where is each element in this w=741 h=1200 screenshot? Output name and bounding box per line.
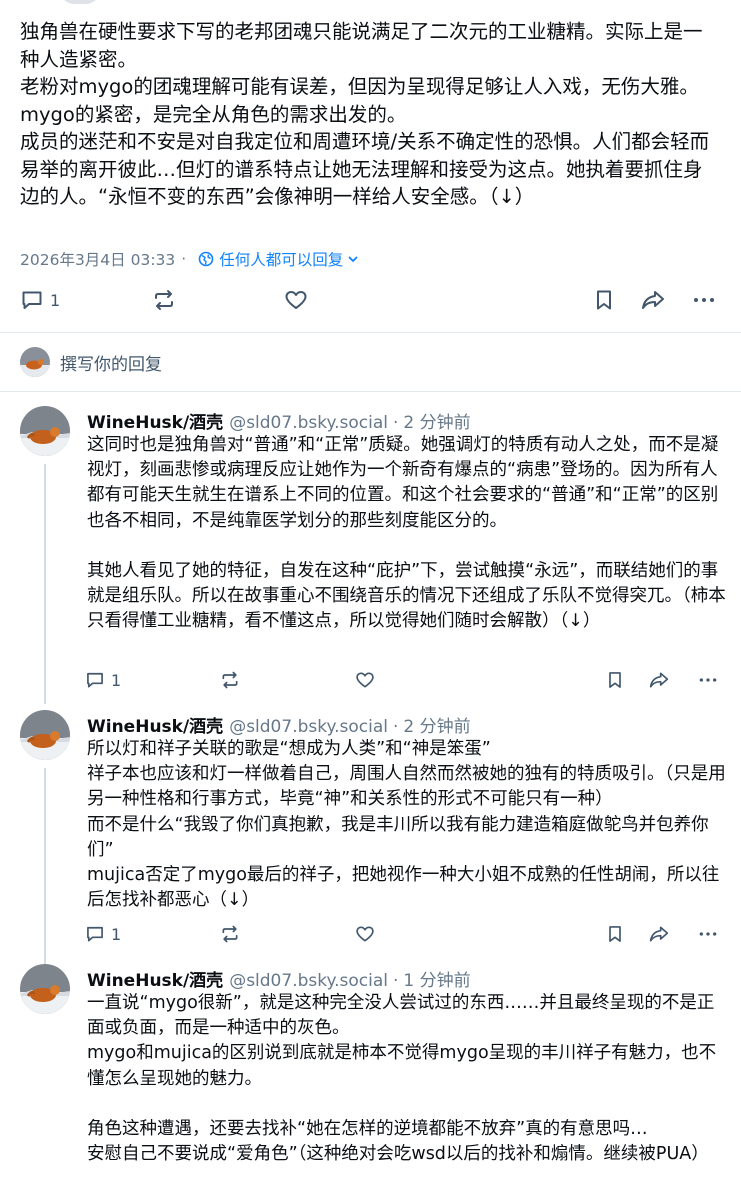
bookmark-icon: [609, 926, 621, 942]
reply-button[interactable]: 1: [85, 660, 121, 700]
reply-icon: [22, 291, 42, 309]
reply-paragraph: 安慰自己不要说成“爱角色”（这种绝对会吃wsd以后的找补和煽情。继续被PUA）: [87, 1144, 709, 1165]
heart-icon: [356, 926, 374, 942]
reply-action-bar: 1: [0, 660, 741, 700]
reply-post[interactable]: WineHusk/酒壳 @sld07.bsky.social · 2 分钟前 这同时也…: [0, 406, 741, 704]
repost-button[interactable]: [152, 280, 176, 320]
reply-paragraph: 角色这种遭遇，还要去找补“她在怎样的逆境都能不放弃”真的有意思吗…: [87, 1119, 648, 1139]
avatar[interactable]: [20, 406, 70, 456]
reply-button[interactable]: 1: [20, 280, 60, 320]
reply-permission-button[interactable]: 任何人都可以回复: [198, 248, 365, 270]
post-time: 2 分钟前: [403, 717, 471, 737]
reply-post[interactable]: WineHusk/酒壳 @sld07.bsky.social · 1 分钟前 一直说“…: [0, 964, 741, 1200]
author-handle[interactable]: @sld07.bsky.social: [229, 413, 388, 433]
post-paragraph: 老粉对mygo的团魂理解可能有误差，但因为呈现得足够让人入戏，无伤大雅。: [20, 75, 699, 98]
main-post: 独角兽在硬性要求下写的老邦团魂只能说满足了二次元的工业糖精。实际上是一种人造紧密…: [0, 0, 741, 320]
share-button[interactable]: [648, 914, 670, 954]
meta-separator: ·: [393, 971, 399, 991]
repost-icon: [222, 671, 238, 689]
reply-icon: [87, 926, 103, 942]
post-paragraph: mygo的紧密，是完全从角色的需求出发的。: [20, 102, 407, 126]
reply-count: 1: [50, 290, 61, 310]
avatar[interactable]: [20, 964, 70, 1014]
more-icon: [699, 932, 717, 936]
reply-paragraph: [87, 1092, 727, 1117]
post-paragraph: 成员的迷茫和不安是对自我定位和周遭环境/关系不确定性的恐惧。人们都会轻而易举的离…: [20, 130, 710, 208]
heart-icon: [356, 672, 374, 688]
compose-placeholder: 撰写你的回复: [60, 355, 162, 375]
heart-icon: [285, 291, 307, 309]
reply-count: 1: [111, 670, 122, 690]
post-paragraph: 独角兽在硬性要求下写的老邦团魂只能说满足了二次元的工业糖精。实际上是一种人造紧密…: [20, 20, 703, 71]
reply-count: 1: [111, 924, 122, 944]
like-button[interactable]: [355, 914, 375, 954]
meta-separator: ·: [181, 250, 187, 268]
repost-button[interactable]: [220, 914, 240, 954]
reply-text: 这同时也是独角兽对“普通”和“正常”质疑。她强调灯的特质有动人之处，而不是凝视灯…: [87, 433, 727, 635]
author-handle[interactable]: @sld07.bsky.social: [229, 971, 388, 991]
avatar-stub: [60, 0, 100, 4]
like-button[interactable]: [355, 660, 375, 700]
reply-paragraph: 一直说“mygo很新”，就是这种完全没人尝试过的东西……并且最终呈现的不是正面或…: [87, 993, 715, 1039]
divider: [0, 391, 741, 392]
more-icon: [699, 678, 717, 682]
more-button[interactable]: [698, 660, 718, 700]
reply-paragraph: 而不是什么“我毁了你们真抱歉，我是丰川所以我有能力建造箱庭做鸵鸟并包养你们”: [87, 814, 709, 860]
more-icon: [694, 298, 714, 302]
chevron-down-icon: [348, 256, 358, 262]
author-handle[interactable]: @sld07.bsky.social: [229, 717, 388, 737]
share-button[interactable]: [640, 280, 666, 320]
reply-paragraph: 这同时也是独角兽对“普通”和“正常”质疑。她强调灯的特质有动人之处，而不是凝视灯…: [87, 435, 719, 531]
reply-paragraph: 其她人看见了她的特征，自发在这种“庇护”下，尝试触摸“永远”，而联结她们的事就是…: [87, 561, 726, 632]
reply-paragraph: mygo和mujica的区别说到底就是柿本不觉得mygo呈现的丰川祥子有魅力，也…: [87, 1043, 717, 1089]
reply-icon: [87, 672, 103, 688]
author-name[interactable]: WineHusk/酒壳: [87, 717, 223, 737]
post-time: 2 分钟前: [403, 413, 471, 433]
share-icon: [649, 926, 669, 942]
reply-header: WineHusk/酒壳 @sld07.bsky.social · 2 分钟前: [87, 408, 471, 433]
avatar[interactable]: [20, 710, 70, 760]
reply-button[interactable]: 1: [85, 914, 121, 954]
avatar: [20, 347, 50, 377]
reply-permission-label: 任何人都可以回复: [219, 251, 344, 269]
more-button[interactable]: [692, 280, 716, 320]
more-button[interactable]: [698, 914, 718, 954]
globe-icon: [198, 251, 214, 267]
bookmark-button[interactable]: [592, 280, 616, 320]
reply-text: 所以灯和祥子关联的歌是“想成为人类”和“神是笨蛋” 祥子本也应该和灯一样做着自己…: [87, 737, 727, 913]
bookmark-icon: [597, 290, 611, 310]
reply-text: 一直说“mygo很新”，就是这种完全没人尝试过的东西……并且最终呈现的不是正面或…: [87, 991, 727, 1167]
post-date: 2026年3月4日 03:33: [20, 251, 176, 269]
bookmark-icon: [609, 672, 621, 688]
reply-paragraph: mujica否定了mygo最后的祥子，把她视作一种大小姐不成熟的任性胡闹，所以往…: [87, 865, 720, 911]
like-button[interactable]: [284, 280, 308, 320]
compose-reply[interactable]: 撰写你的回复: [0, 333, 741, 391]
repost-icon: [222, 925, 238, 943]
repost-button[interactable]: [220, 660, 240, 700]
meta-separator: ·: [393, 717, 399, 737]
reply-paragraph: 所以灯和祥子关联的歌是“想成为人类”和“神是笨蛋”: [87, 739, 491, 759]
reply-post[interactable]: WineHusk/酒壳 @sld07.bsky.social · 2 分钟前 所以灯和…: [0, 710, 741, 964]
author-name[interactable]: WineHusk/酒壳: [87, 971, 223, 991]
repost-icon: [155, 290, 173, 310]
bookmark-button[interactable]: [605, 914, 625, 954]
reply-paragraph: 祥子本也应该和灯一样做着自己，周围人自然而然被她的独有的特质吸引。（只是用另一种…: [87, 764, 726, 810]
bookmark-button[interactable]: [605, 660, 625, 700]
post-time: 1 分钟前: [403, 971, 471, 991]
author-name[interactable]: WineHusk/酒壳: [87, 413, 223, 433]
share-button[interactable]: [648, 660, 670, 700]
share-icon: [649, 672, 669, 688]
post-meta: 2026年3月4日 03:33 · 任何人都可以回复: [20, 248, 365, 270]
meta-separator: ·: [393, 413, 399, 433]
share-icon: [642, 291, 664, 309]
post-text: 独角兽在硬性要求下写的老邦团魂只能说满足了二次元的工业糖精。实际上是一种人造紧密…: [20, 18, 720, 211]
post-action-bar: 1: [0, 280, 741, 320]
reply-header: WineHusk/酒壳 @sld07.bsky.social · 1 分钟前: [87, 966, 471, 991]
reply-header: WineHusk/酒壳 @sld07.bsky.social · 2 分钟前: [87, 712, 471, 737]
reply-action-bar: 1: [0, 914, 741, 954]
reply-paragraph: [87, 534, 727, 559]
